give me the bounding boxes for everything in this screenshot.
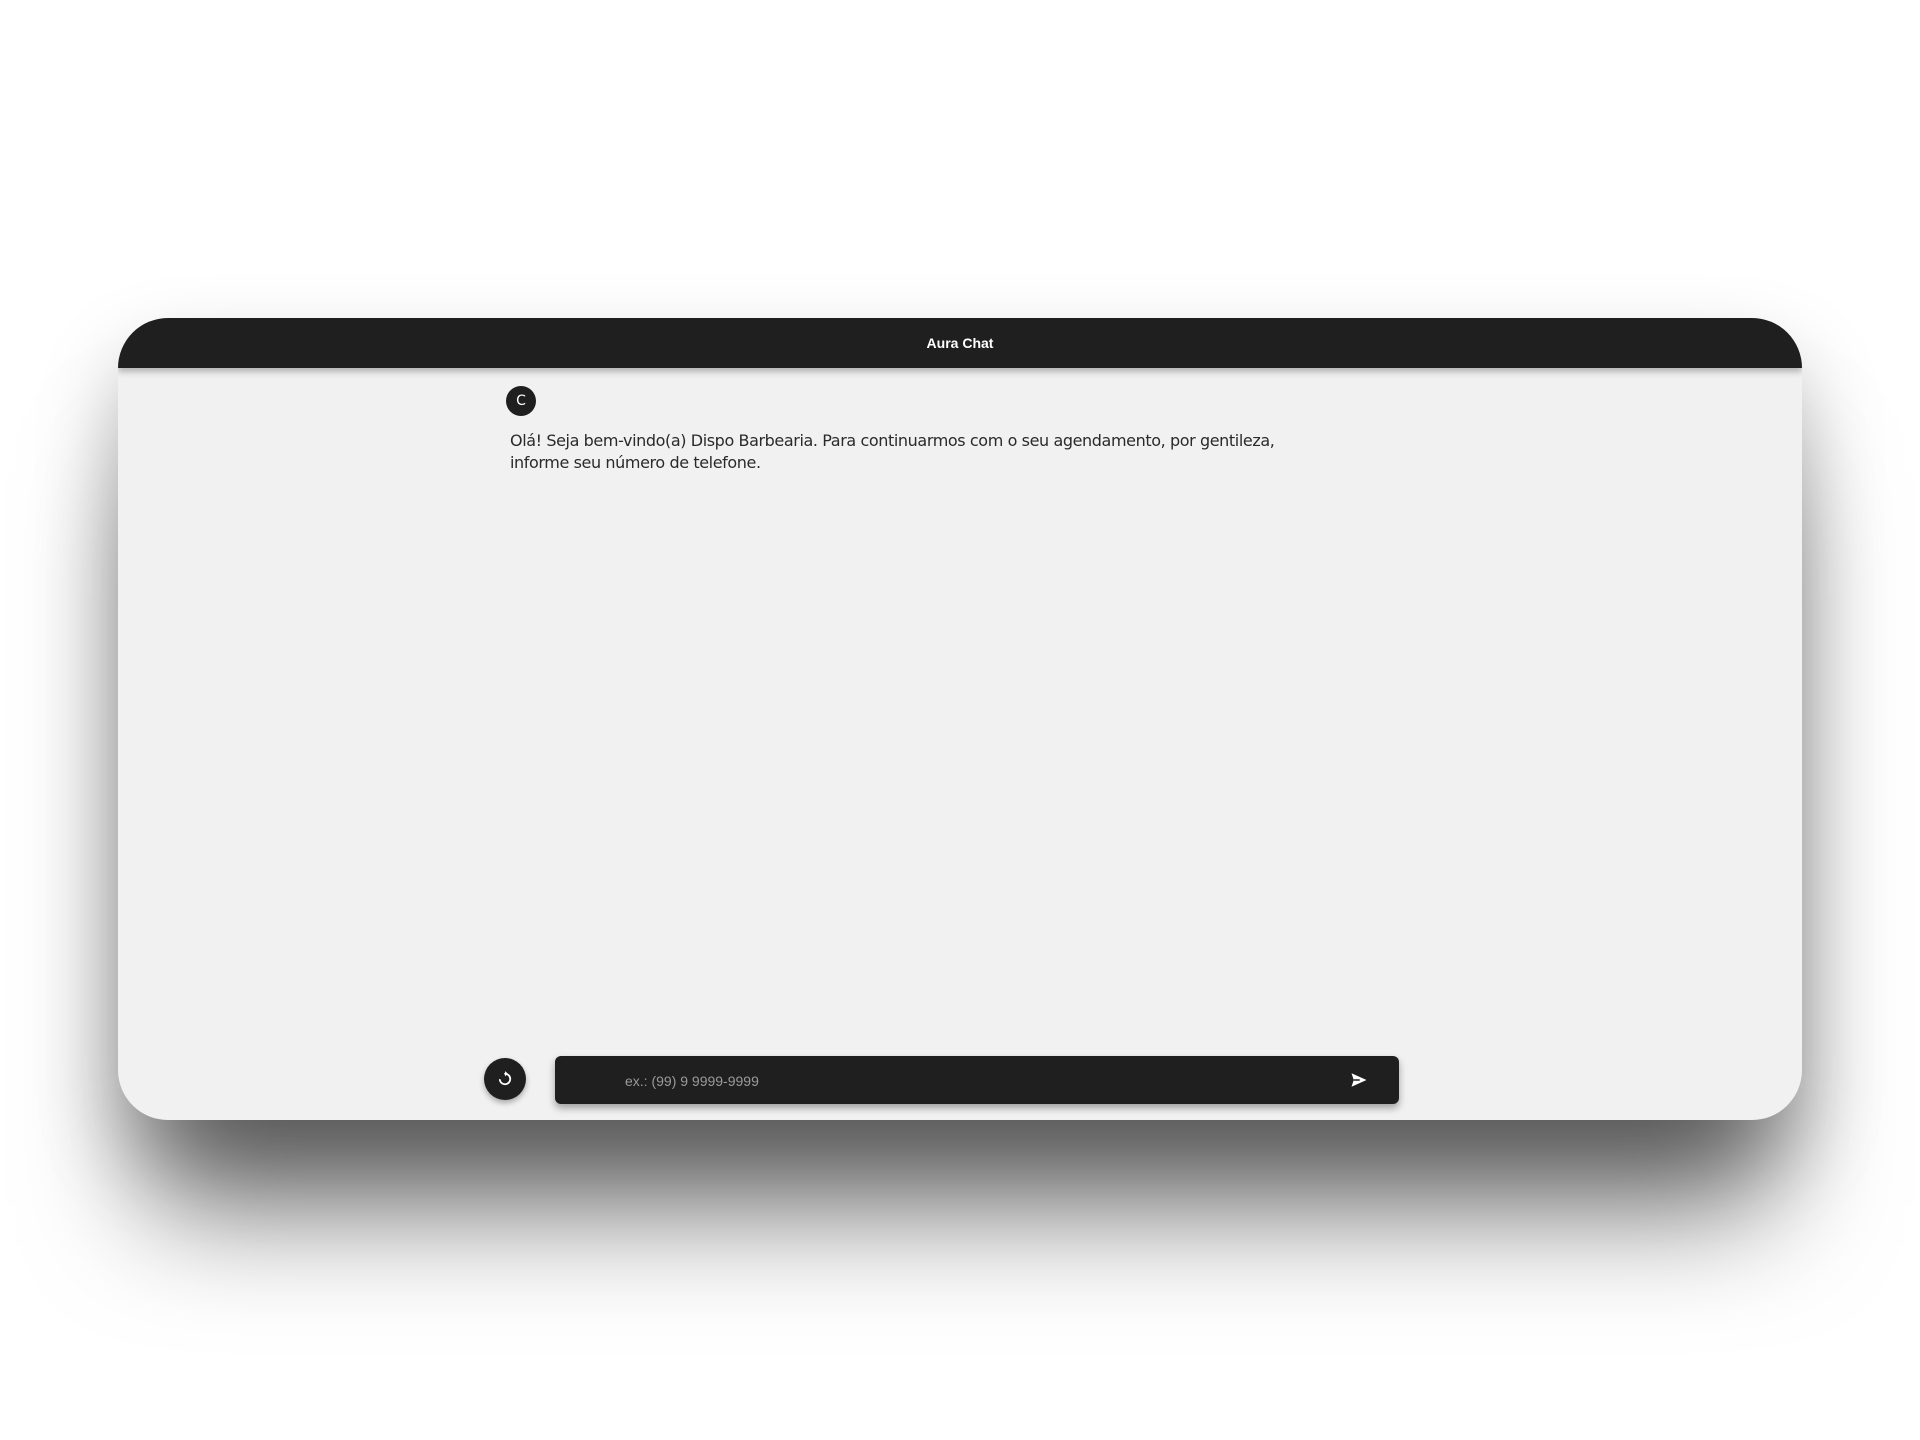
reset-chat-button[interactable]	[484, 1058, 526, 1100]
chat-title: Aura Chat	[926, 335, 994, 351]
chat-header: Aura Chat	[118, 318, 1802, 368]
message-input-bar	[555, 1056, 1399, 1106]
chat-window: Aura Chat C Olá! Seja bem-vindo(a) Dispo…	[118, 318, 1802, 1120]
bot-message-text: Olá! Seja bem-vindo(a) Dispo Barbearia. …	[510, 431, 1275, 472]
page: Aura Chat C Olá! Seja bem-vindo(a) Dispo…	[0, 0, 1920, 1440]
send-button[interactable]	[1347, 1068, 1371, 1092]
message-list: C Olá! Seja bem-vindo(a) Dispo Barbearia…	[118, 368, 1802, 1048]
composer	[118, 1056, 1802, 1106]
phone-input[interactable]	[623, 1056, 1327, 1106]
bot-message: C Olá! Seja bem-vindo(a) Dispo Barbearia…	[506, 386, 1306, 474]
refresh-icon	[498, 1071, 512, 1086]
send-icon	[1351, 1073, 1367, 1087]
bot-avatar: C	[506, 386, 536, 416]
